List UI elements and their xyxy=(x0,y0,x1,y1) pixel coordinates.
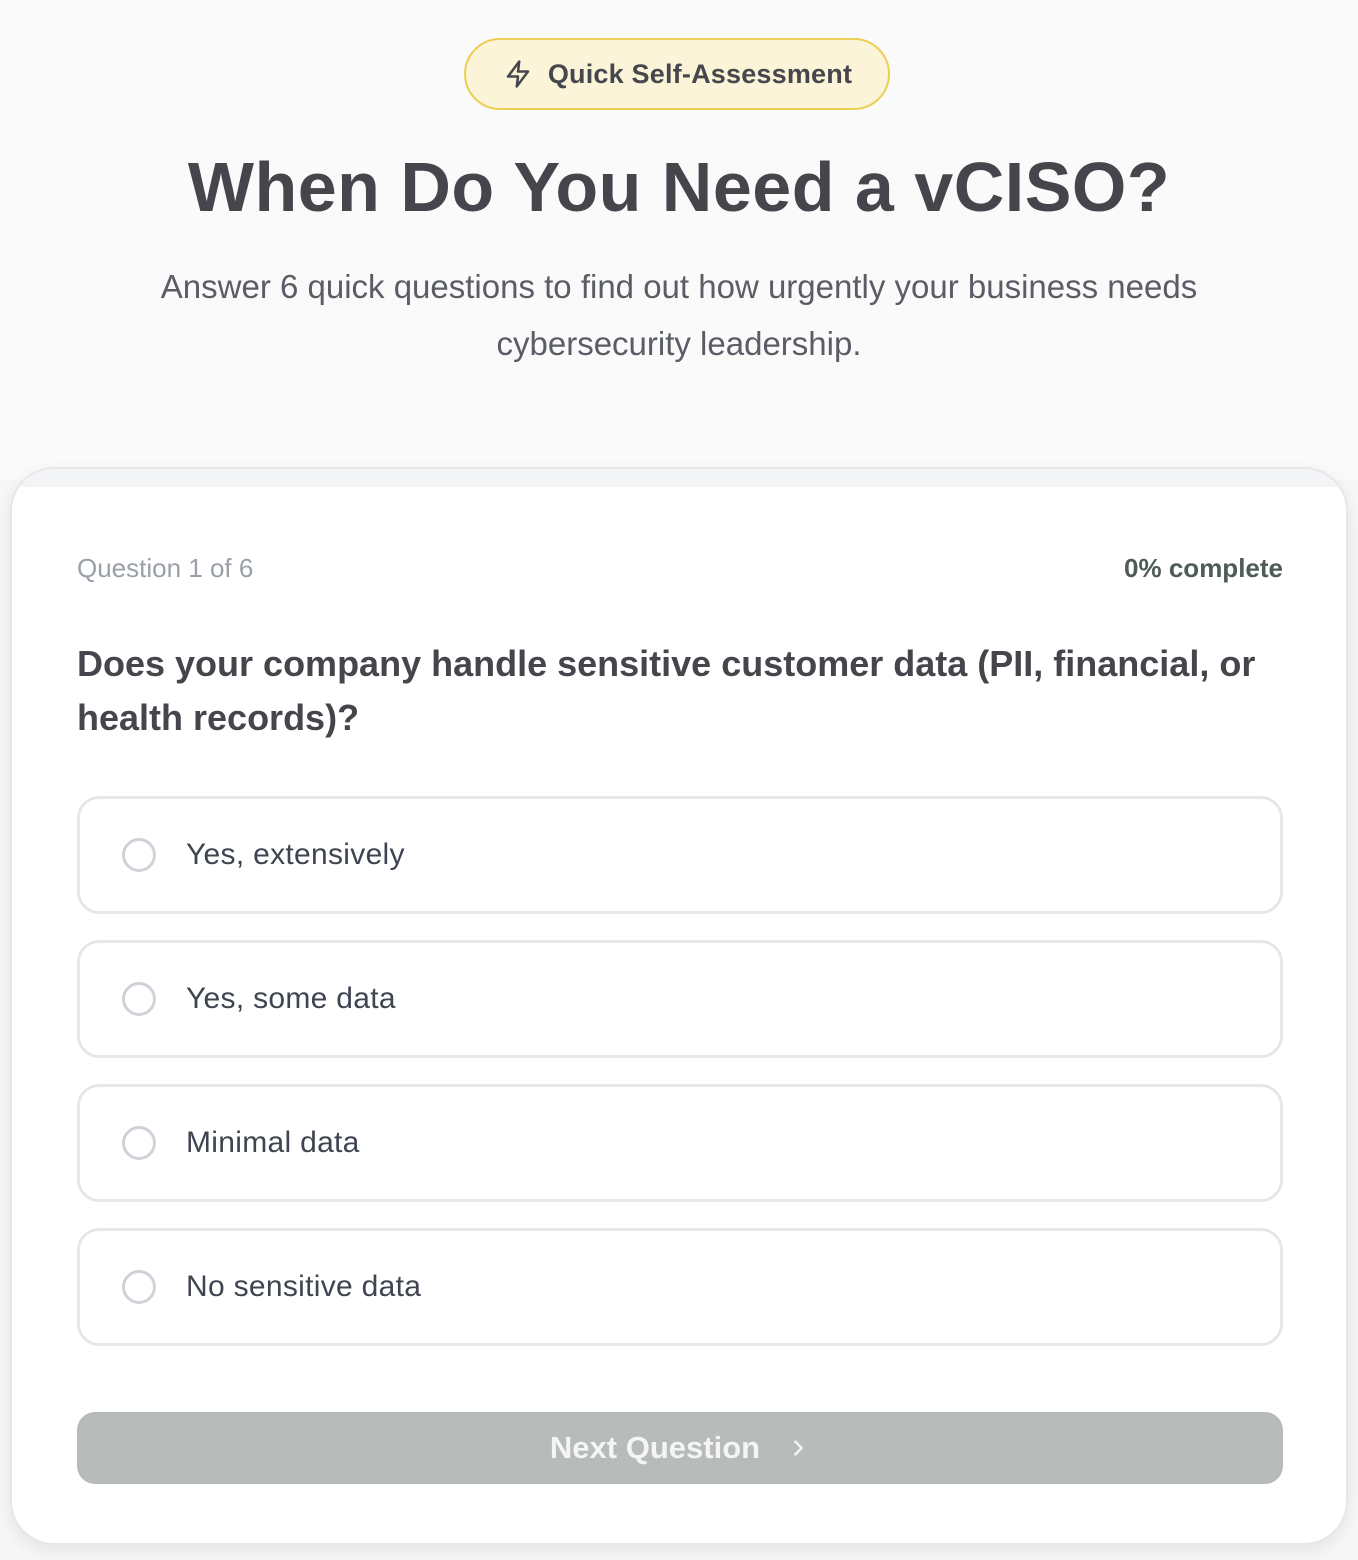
answer-option-yes-extensively[interactable]: Yes, extensively xyxy=(77,796,1283,914)
answer-option-minimal-data[interactable]: Minimal data xyxy=(77,1084,1283,1202)
question-text: Does your company handle sensitive custo… xyxy=(77,643,1256,738)
option-label: No sensitive data xyxy=(186,1270,422,1303)
progress-percent: 0% complete xyxy=(1124,553,1283,583)
hero-section: Quick Self-Assessment When Do You Need a… xyxy=(0,0,1358,480)
option-label: Yes, some data xyxy=(186,982,396,1015)
next-button-label: Next Question xyxy=(549,1430,761,1465)
answer-options: Yes, extensively Yes, some data Minimal … xyxy=(77,796,1283,1372)
radio-button[interactable] xyxy=(122,838,156,872)
badge-label: Quick Self-Assessment xyxy=(547,58,853,89)
radio-button[interactable] xyxy=(122,982,156,1016)
page-title: When Do You Need a vCISO? xyxy=(187,148,1171,226)
progress-row: Question 1 of 6 0% complete xyxy=(77,553,1283,584)
option-label: Minimal data xyxy=(186,1126,360,1159)
assessment-badge: Quick Self-Assessment xyxy=(464,38,890,110)
lightning-bolt-icon xyxy=(502,58,534,90)
option-label: Yes, extensively xyxy=(186,838,405,871)
answer-option-no-sensitive-data[interactable]: No sensitive data xyxy=(77,1228,1283,1346)
next-question-button[interactable]: Next Question xyxy=(77,1412,1283,1484)
radio-button[interactable] xyxy=(122,1126,156,1160)
chevron-right-icon xyxy=(786,1436,810,1460)
answer-option-yes-some-data[interactable]: Yes, some data xyxy=(77,940,1283,1058)
quiz-card: Question 1 of 6 0% complete Does your co… xyxy=(10,467,1348,1545)
question-counter: Question 1 of 6 xyxy=(77,553,254,583)
card-top-strip xyxy=(12,469,1346,487)
radio-button[interactable] xyxy=(122,1270,156,1304)
page-subtitle: Answer 6 quick questions to find out how… xyxy=(160,268,1198,362)
